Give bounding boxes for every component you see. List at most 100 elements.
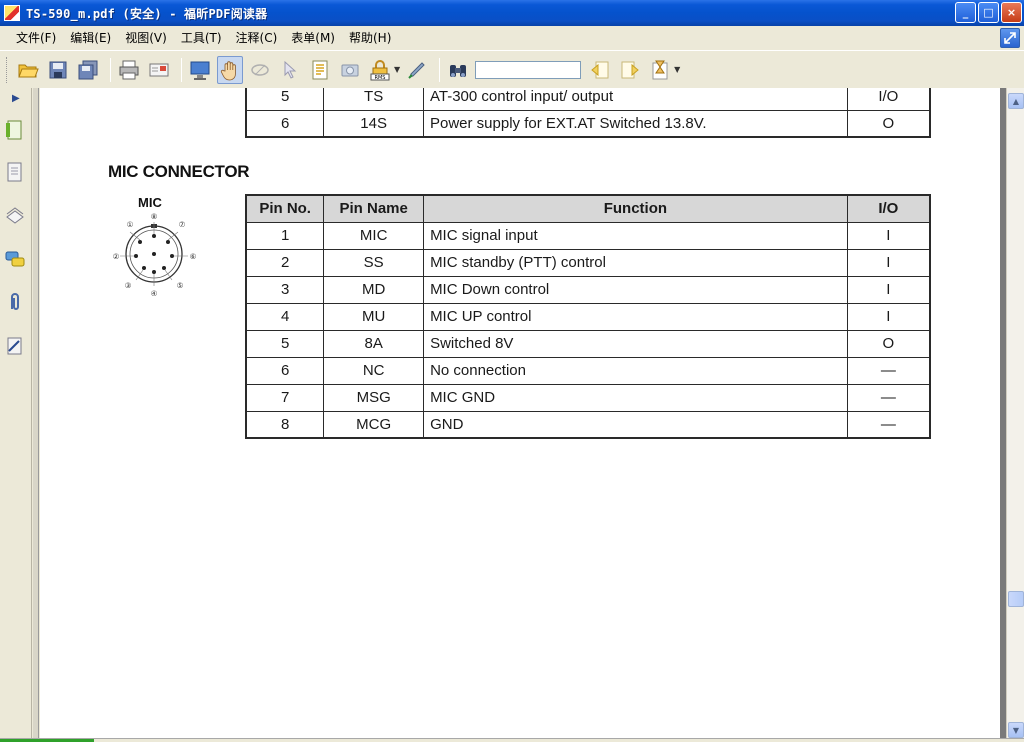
pin-name-cell: SS bbox=[323, 248, 425, 277]
close-button[interactable]: × bbox=[1001, 2, 1022, 23]
print-icon[interactable] bbox=[116, 56, 142, 84]
next-result-icon[interactable] bbox=[617, 56, 643, 84]
panel-expand-arrow-icon[interactable]: ▶ bbox=[12, 93, 20, 104]
menu-help[interactable]: 帮助(H) bbox=[349, 29, 391, 46]
pen-icon[interactable] bbox=[404, 56, 430, 84]
vertical-scrollbar[interactable]: ▲ ▼ bbox=[1006, 88, 1024, 742]
table-row: 7 MSG MIC GND — bbox=[245, 383, 931, 412]
continued-connector-table: 5 TS AT-300 control input/ output I/O 6 … bbox=[245, 88, 931, 138]
pin-number-cell: 4 bbox=[245, 302, 325, 331]
pin-name-cell: 8A bbox=[323, 329, 425, 358]
comments-icon[interactable] bbox=[4, 248, 26, 272]
menu-tools[interactable]: 工具(T) bbox=[181, 29, 222, 46]
pin-number-cell: 5 bbox=[245, 88, 325, 111]
io-cell: — bbox=[846, 410, 931, 439]
function-cell: Power supply for EXT.AT Switched 13.8V. bbox=[422, 109, 848, 138]
io-cell: I bbox=[846, 275, 931, 304]
scroll-thumb[interactable] bbox=[1008, 591, 1024, 607]
pin-label: ② bbox=[113, 252, 120, 261]
scroll-down-arrow-icon[interactable]: ▼ bbox=[1008, 722, 1024, 738]
io-cell: I/O bbox=[846, 88, 931, 111]
select-cursor-icon[interactable] bbox=[277, 56, 303, 84]
table-row: 2 SS MIC standby (PTT) control I bbox=[245, 248, 931, 277]
rms-lock-icon[interactable]: RMS bbox=[367, 56, 393, 84]
rms-label: RMS bbox=[375, 75, 386, 81]
title-bar: TS-590_m.pdf (安全) - 福昕PDF阅读器 _ □ × bbox=[0, 0, 1024, 26]
function-cell: AT-300 control input/ output bbox=[422, 88, 848, 111]
menu-file[interactable]: 文件(F) bbox=[16, 29, 56, 46]
pin-number-cell: 1 bbox=[245, 221, 325, 250]
previous-result-icon[interactable] bbox=[587, 56, 613, 84]
section-heading: MIC CONNECTOR bbox=[108, 162, 250, 181]
column-header-pin-name: Pin Name bbox=[323, 194, 425, 223]
app-icon bbox=[4, 5, 20, 21]
menu-comment[interactable]: 注释(C) bbox=[236, 29, 278, 46]
function-cell: No connection bbox=[423, 356, 848, 385]
menu-edit[interactable]: 编辑(E) bbox=[70, 29, 111, 46]
pin-number-cell: 3 bbox=[245, 275, 325, 304]
pin-label: ⑧ bbox=[151, 212, 158, 221]
rms-dropdown-arrow[interactable]: ▼ bbox=[394, 65, 400, 74]
save-icon[interactable] bbox=[45, 56, 71, 84]
io-cell: — bbox=[846, 356, 931, 385]
io-cell: I bbox=[846, 221, 931, 250]
column-header-io: I/O bbox=[846, 194, 931, 223]
maximize-button[interactable]: □ bbox=[978, 2, 999, 23]
pin-label: ④ bbox=[151, 289, 158, 298]
toolbar-separator bbox=[181, 57, 182, 82]
pin-name-cell: MCG bbox=[323, 410, 425, 439]
email-icon[interactable] bbox=[146, 56, 172, 84]
open-folder-icon[interactable] bbox=[15, 56, 41, 84]
menu-form[interactable]: 表单(M) bbox=[291, 29, 335, 46]
signatures-icon[interactable] bbox=[4, 334, 26, 358]
search-input[interactable] bbox=[475, 60, 582, 79]
restore-document-button[interactable] bbox=[1000, 28, 1020, 48]
pin-name-cell: MIC bbox=[323, 221, 425, 250]
fullscreen-icon[interactable] bbox=[187, 56, 213, 84]
pin-label: ⑤ bbox=[177, 281, 184, 290]
toolbar-grip[interactable] bbox=[6, 56, 9, 83]
pin-number-cell: 8 bbox=[245, 410, 325, 439]
hourglass-icon[interactable] bbox=[647, 56, 673, 84]
pin-label: ① bbox=[127, 220, 134, 229]
pin-label: ③ bbox=[125, 281, 132, 290]
bookmarks-icon[interactable] bbox=[4, 118, 26, 142]
io-cell: I bbox=[846, 302, 931, 331]
table-row: 6 14S Power supply for EXT.AT Switched 1… bbox=[245, 109, 931, 138]
text-select-icon[interactable] bbox=[307, 56, 333, 84]
mic-diagram-label: MIC bbox=[138, 195, 162, 210]
window-title: TS-590_m.pdf (安全) - 福昕PDF阅读器 bbox=[26, 6, 268, 21]
binoculars-icon[interactable] bbox=[445, 56, 471, 84]
pin-name-cell: NC bbox=[323, 356, 425, 385]
table-row: 1 MIC MIC signal input I bbox=[245, 221, 931, 250]
layers-icon[interactable] bbox=[4, 204, 26, 228]
document-view[interactable]: 5 TS AT-300 control input/ output I/O 6 … bbox=[40, 88, 1006, 742]
pin-name-cell: MU bbox=[323, 302, 425, 331]
mic-connector-diagram: ① ② ③ ④ ⑤ ⑥ ⑦ ⑧ bbox=[113, 212, 197, 298]
menu-bar: 文件(F) 编辑(E) 视图(V) 工具(T) 注释(C) 表单(M) 帮助(H… bbox=[0, 26, 1024, 48]
hourglass-dropdown-arrow[interactable]: ▼ bbox=[674, 65, 680, 74]
hand-tool-icon[interactable] bbox=[217, 55, 243, 84]
function-cell: Switched 8V bbox=[423, 329, 848, 358]
io-cell: I bbox=[846, 248, 931, 277]
pin-number-cell: 6 bbox=[245, 356, 325, 385]
pin-name-cell: 14S bbox=[323, 109, 424, 138]
pin-number-cell: 2 bbox=[245, 248, 325, 277]
minimize-button[interactable]: _ bbox=[955, 2, 976, 23]
table-row: 5 TS AT-300 control input/ output I/O bbox=[245, 88, 931, 111]
table-row: 3 MD MIC Down control I bbox=[245, 275, 931, 304]
column-header-function: Function bbox=[423, 194, 848, 223]
column-header-pin-no: Pin No. bbox=[245, 194, 325, 223]
scroll-up-arrow-icon[interactable]: ▲ bbox=[1008, 93, 1024, 109]
menu-view[interactable]: 视图(V) bbox=[125, 29, 167, 46]
attachments-icon[interactable] bbox=[4, 290, 26, 314]
function-cell: MIC GND bbox=[423, 383, 848, 412]
function-cell: MIC Down control bbox=[423, 275, 848, 304]
pages-icon[interactable] bbox=[4, 160, 26, 184]
snapshot-select-icon[interactable] bbox=[247, 56, 273, 84]
camera-icon[interactable] bbox=[337, 56, 363, 84]
function-cell: MIC signal input bbox=[423, 221, 848, 250]
table-row: 4 MU MIC UP control I bbox=[245, 302, 931, 331]
save-all-icon[interactable] bbox=[75, 56, 101, 84]
panel-splitter[interactable] bbox=[33, 88, 39, 742]
